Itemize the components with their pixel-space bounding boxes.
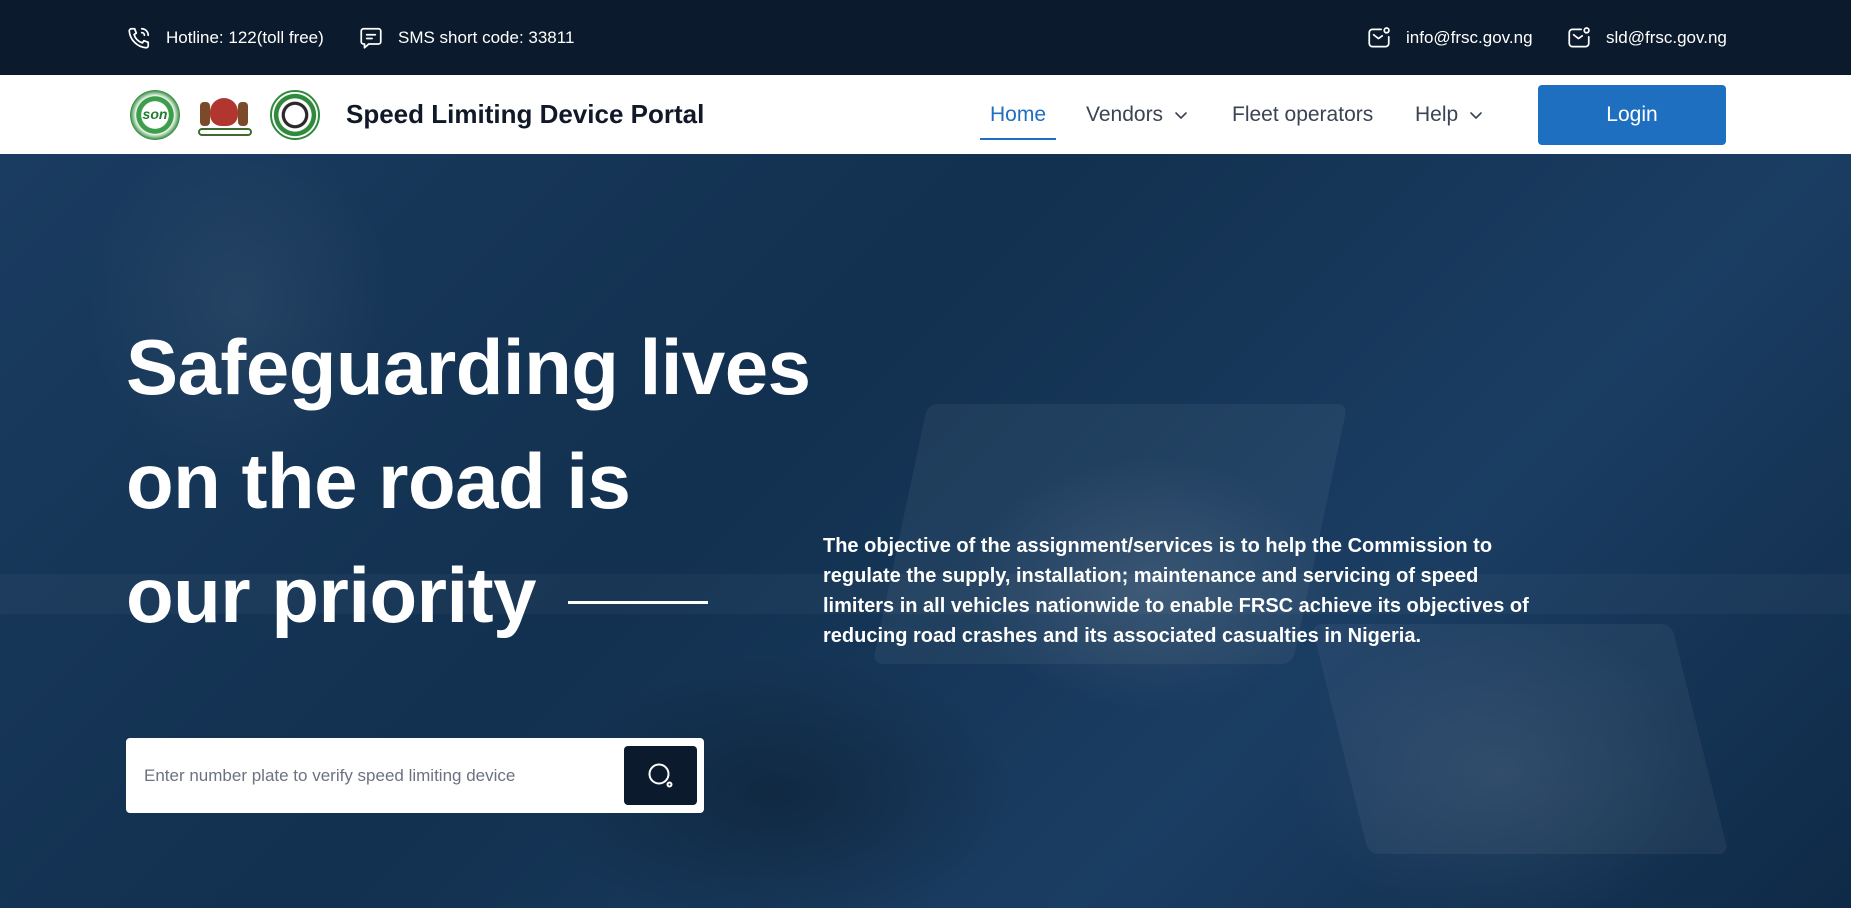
- gear-logo: [270, 90, 320, 140]
- sms-contact[interactable]: SMS short code: 33811: [358, 0, 574, 75]
- headline-line-3: our priority: [126, 551, 537, 639]
- nav-vendors[interactable]: Vendors: [1086, 75, 1189, 154]
- partner-logos: son: [130, 89, 320, 141]
- headline-divider: [568, 601, 708, 604]
- email-sld-text: sld@frsc.gov.ng: [1606, 27, 1727, 47]
- plate-search-box: [126, 738, 704, 813]
- headline-line-1: Safeguarding lives: [126, 323, 811, 411]
- hotline-text: Hotline: 122(toll free): [166, 27, 324, 47]
- hero-headline: Safeguarding lives on the road is our pr…: [126, 310, 886, 652]
- portal-title[interactable]: Speed Limiting Device Portal: [346, 75, 704, 154]
- plate-search-input[interactable]: [144, 754, 634, 798]
- hotline-contact[interactable]: Hotline: 122(toll free): [126, 0, 324, 75]
- search-button[interactable]: [624, 746, 697, 805]
- nav-help[interactable]: Help: [1415, 75, 1484, 154]
- hero-background-laptop: [1311, 624, 1729, 854]
- phone-icon: [128, 27, 150, 49]
- email-contact-info[interactable]: info@frsc.gov.ng: [1366, 0, 1533, 75]
- chevron-down-icon: [1175, 111, 1187, 119]
- active-underline: [980, 138, 1056, 140]
- nav-home[interactable]: Home: [980, 75, 1056, 154]
- mail-icon: [1368, 26, 1390, 48]
- nav-help-label: Help: [1415, 102, 1459, 126]
- top-contact-bar: Hotline: 122(toll free) SMS short code: …: [0, 0, 1851, 75]
- email-info-text: info@frsc.gov.ng: [1406, 27, 1533, 47]
- headline-line-2: on the road is: [126, 437, 631, 525]
- nav-fleet-label: Fleet operators: [1232, 102, 1374, 126]
- sms-text: SMS short code: 33811: [398, 27, 575, 47]
- email-contact-sld[interactable]: sld@frsc.gov.ng: [1566, 0, 1727, 75]
- hero-section: Safeguarding lives on the road is our pr…: [0, 154, 1851, 908]
- coat-of-arms-logo: [196, 90, 254, 140]
- chevron-down-icon: [1470, 111, 1483, 119]
- chat-icon: [360, 27, 382, 49]
- nav-fleet-operators[interactable]: Fleet operators: [1232, 75, 1373, 154]
- search-icon: [648, 763, 672, 787]
- login-button[interactable]: Login: [1538, 85, 1726, 145]
- objective-paragraph: The objective of the assignment/services…: [823, 535, 1529, 647]
- nav-home-label: Home: [989, 102, 1047, 126]
- son-logo: son: [130, 90, 180, 140]
- nav-vendors-label: Vendors: [1086, 102, 1164, 126]
- main-navbar: son Speed Limiting Device Portal Home Ve…: [0, 75, 1851, 154]
- mail-icon: [1568, 26, 1590, 48]
